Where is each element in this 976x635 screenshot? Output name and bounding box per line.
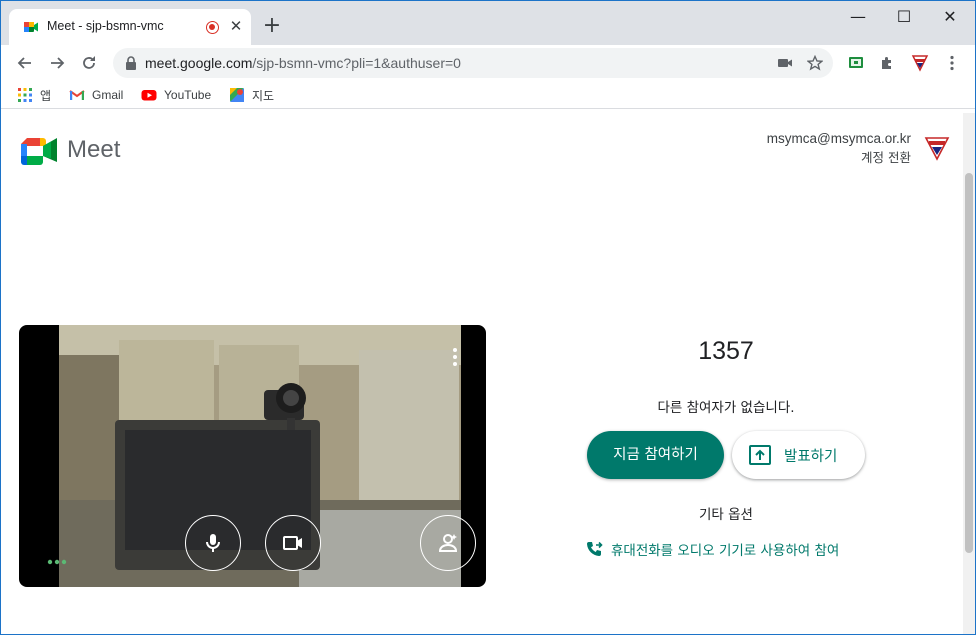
videocam-icon xyxy=(283,536,302,550)
star-bookmark-icon[interactable] xyxy=(807,55,823,71)
other-options-heading: 기타 옵션 xyxy=(699,507,753,523)
tab-meet[interactable]: Meet - sjp-bsmn-vmc ✕ xyxy=(9,9,251,45)
apps-grid-icon xyxy=(18,88,32,102)
phone-audio-label: 휴대전화를 오디오 기기로 사용하여 참여 xyxy=(611,543,840,559)
arrow-left-icon xyxy=(17,57,31,69)
camera-feed-image xyxy=(59,325,461,587)
address-bar[interactable]: meet.google.com/sjp-bsmn-vmc?pli=1&authu… xyxy=(113,48,833,78)
page-scrollbar[interactable] xyxy=(963,113,975,634)
back-button[interactable] xyxy=(11,49,39,77)
extensions-puzzle-icon[interactable] xyxy=(878,54,896,72)
bookmark-apps[interactable]: 앱 xyxy=(17,86,51,104)
reload-button[interactable] xyxy=(75,49,103,77)
url-host: meet.google.com xyxy=(145,55,253,71)
account-email: msymca@msymca.or.kr xyxy=(766,131,911,146)
phone-forwarded-icon xyxy=(587,541,603,556)
minimize-button[interactable]: — xyxy=(835,1,881,33)
url-path: /sjp-bsmn-vmc?pli=1&authuser=0 xyxy=(252,55,461,71)
bookmark-label: 지도 xyxy=(252,88,275,103)
gmail-icon xyxy=(69,90,85,100)
bookmark-youtube[interactable]: YouTube xyxy=(141,86,211,104)
phone-audio-link[interactable]: 휴대전화를 오디오 기기로 사용하여 참여 xyxy=(585,539,839,559)
more-vert-icon xyxy=(950,55,954,71)
browser-window: Meet - sjp-bsmn-vmc ✕ + — ☐ ✕ meet.googl… xyxy=(0,0,976,635)
background-effects-icon xyxy=(438,534,458,552)
bookmark-maps[interactable]: 지도 xyxy=(229,86,274,104)
scrollbar-thumb[interactable] xyxy=(965,173,973,553)
recording-indicator-icon xyxy=(206,21,219,34)
tab-title: Meet - sjp-bsmn-vmc xyxy=(47,19,164,33)
participants-status: 다른 참여자가 없습니다. xyxy=(657,400,795,416)
account-info: msymca@msymca.or.kr 계정 전환 xyxy=(767,131,911,166)
youtube-icon xyxy=(141,90,157,101)
bookmark-label: Gmail xyxy=(92,88,124,102)
browser-toolbar: meet.google.com/sjp-bsmn-vmc?pli=1&authu… xyxy=(1,45,975,81)
meeting-code: 1357 xyxy=(698,337,754,365)
present-button[interactable]: 발표하기 xyxy=(732,431,865,479)
tab-close-button[interactable]: ✕ xyxy=(227,17,245,35)
tab-strip: Meet - sjp-bsmn-vmc ✕ + — ☐ ✕ xyxy=(1,1,975,45)
preview-more-options-icon[interactable] xyxy=(452,347,458,367)
camera-in-use-icon[interactable] xyxy=(777,55,793,71)
reload-icon xyxy=(83,56,95,69)
meet-logo-icon xyxy=(21,138,57,165)
present-to-all-icon xyxy=(749,445,771,465)
maximize-button[interactable]: ☐ xyxy=(881,1,927,33)
join-now-button[interactable]: 지금 참여하기 xyxy=(587,431,724,479)
switch-account-link[interactable]: 계정 전환 xyxy=(767,147,911,166)
new-tab-button[interactable]: + xyxy=(260,15,284,39)
meet-favicon-icon xyxy=(24,22,38,32)
bookmark-label: YouTube xyxy=(164,88,212,102)
meet-page: Meet msymca@msymca.or.kr 계정 전환 1357 다른 참… xyxy=(1,113,963,634)
meet-logo-text: Meet xyxy=(67,136,121,163)
bookmarks-bar: 앱 Gmail YouTube 지도 xyxy=(1,81,975,109)
maps-icon xyxy=(230,88,244,102)
microphone-icon xyxy=(206,534,220,552)
present-button-label: 발표하기 xyxy=(784,449,838,465)
forward-button[interactable] xyxy=(43,49,71,77)
camera-toggle-button[interactable] xyxy=(265,515,321,571)
url-text: meet.google.com/sjp-bsmn-vmc?pli=1&authu… xyxy=(145,55,461,71)
screen-share-extension-icon[interactable] xyxy=(847,54,865,72)
camera-preview xyxy=(19,325,486,587)
lock-icon xyxy=(126,56,136,70)
visual-effects-button[interactable] xyxy=(420,515,476,571)
audio-level-dots-icon xyxy=(47,559,67,565)
ymca-profile-icon[interactable] xyxy=(911,54,929,72)
close-window-button[interactable]: ✕ xyxy=(927,1,973,33)
arrow-right-icon xyxy=(51,57,65,69)
bookmark-label: 앱 xyxy=(40,88,52,103)
browser-menu-button[interactable] xyxy=(938,49,966,77)
bookmark-gmail[interactable]: Gmail xyxy=(69,86,123,104)
microphone-toggle-button[interactable] xyxy=(185,515,241,571)
account-avatar-icon[interactable] xyxy=(924,135,950,161)
